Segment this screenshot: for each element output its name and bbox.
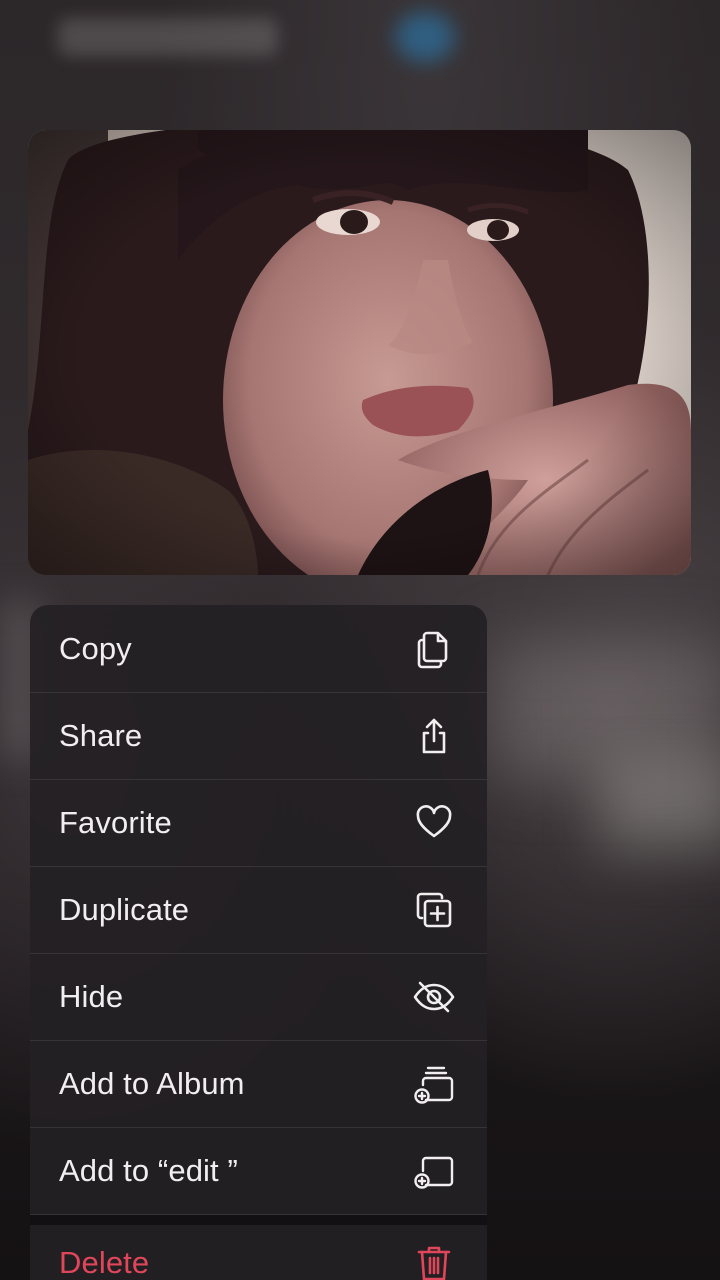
screen: Copy Share Favorite Duplicate Hide Add t… <box>0 0 720 1280</box>
heart-icon <box>411 800 457 846</box>
menu-item-delete[interactable]: Delete <box>30 1215 487 1280</box>
photo-preview[interactable] <box>28 130 691 575</box>
menu-item-label: Copy <box>59 630 132 666</box>
duplicate-icon <box>411 887 457 933</box>
add-to-folder-icon <box>411 1148 457 1194</box>
menu-item-add-to-edit[interactable]: Add to “edit ” <box>30 1128 487 1215</box>
eye-slash-icon <box>411 974 457 1020</box>
add-to-album-icon <box>411 1061 457 1107</box>
menu-item-label: Favorite <box>59 805 172 840</box>
menu-item-label: Add to “edit ” <box>59 1153 238 1188</box>
background-blur <box>600 760 720 850</box>
menu-item-favorite[interactable]: Favorite <box>30 780 487 867</box>
menu-item-label: Share <box>59 718 143 753</box>
menu-item-label: Add to Album <box>59 1066 245 1101</box>
share-icon <box>411 713 457 759</box>
menu-item-hide[interactable]: Hide <box>30 954 487 1041</box>
menu-item-label: Duplicate <box>59 892 190 927</box>
copy-icon <box>411 626 457 672</box>
menu-item-duplicate[interactable]: Duplicate <box>30 867 487 954</box>
background-blur <box>490 640 720 780</box>
menu-item-share[interactable]: Share <box>30 693 487 780</box>
trash-icon <box>411 1240 457 1280</box>
menu-item-label: Delete <box>59 1245 150 1280</box>
menu-item-copy[interactable]: Copy <box>30 605 487 693</box>
photo-image <box>28 130 691 575</box>
background-title-blur <box>58 18 278 56</box>
menu-item-label: Hide <box>59 979 124 1014</box>
context-menu: Copy Share Favorite Duplicate Hide Add t… <box>30 605 487 1280</box>
menu-item-add-to-album[interactable]: Add to Album <box>30 1041 487 1128</box>
background-icon-blur <box>395 12 455 62</box>
